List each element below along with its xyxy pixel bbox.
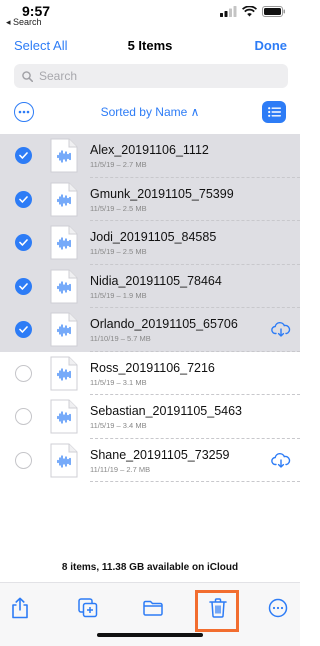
- file-row[interactable]: Gmunk_20191105_75399 11/5/19 – 2.5 MB: [0, 177, 300, 221]
- audio-file-icon: [50, 443, 78, 478]
- checked-circle-icon[interactable]: [15, 321, 32, 338]
- file-meta: 11/5/19 – 3.1 MB: [90, 377, 147, 387]
- list-view-button[interactable]: [262, 101, 286, 123]
- audio-file-icon: [50, 356, 78, 391]
- done-button[interactable]: Done: [255, 38, 288, 53]
- storage-info: 8 items, 11.38 GB available on iCloud: [61, 562, 239, 573]
- share-button[interactable]: [8, 596, 32, 620]
- signal-icon: [220, 6, 237, 17]
- file-row[interactable]: Ross_20191106_7216 11/5/19 – 3.1 MB: [0, 352, 300, 395]
- audio-file-icon: [50, 182, 78, 217]
- file-row[interactable]: Jodi_20191105_84585 11/5/19 – 2.5 MB: [0, 221, 300, 265]
- more-icon: [268, 598, 288, 618]
- cloud-download-icon[interactable]: [271, 322, 291, 342]
- file-row[interactable]: Alex_20191106_1112 11/5/19 – 2.7 MB: [0, 134, 300, 178]
- sort-by-name-button[interactable]: Sorted by Name ∧: [0, 105, 300, 119]
- list-view-icon: [267, 107, 281, 117]
- unchecked-circle-icon[interactable]: [15, 408, 32, 425]
- wifi-icon: [242, 6, 257, 17]
- file-name: Sebastian_20191105_5463: [90, 404, 242, 418]
- checked-circle-icon[interactable]: [15, 234, 32, 251]
- file-name: Alex_20191106_1112: [90, 143, 209, 157]
- duplicate-button[interactable]: [76, 596, 100, 620]
- file-name: Shane_20191105_73259: [90, 447, 230, 462]
- status-bar: 9:57 ◂ Search: [0, 0, 300, 30]
- row-divider: [90, 481, 300, 482]
- file-name: Ross_20191106_7216: [90, 360, 215, 375]
- file-meta: 11/5/19 – 3.4 MB: [90, 421, 147, 430]
- status-icons: [220, 6, 286, 17]
- checked-circle-icon[interactable]: [15, 277, 32, 295]
- audio-file-icon: [50, 312, 78, 347]
- file-meta: 11/5/19 – 2.5 MB: [90, 203, 147, 213]
- unchecked-circle-icon[interactable]: [15, 364, 32, 382]
- file-row[interactable]: Nidia_20191105_78464 11/5/19 – 1.9 MB: [0, 264, 300, 308]
- battery-icon: [262, 6, 285, 17]
- share-icon: [12, 597, 28, 619]
- search-icon: [22, 70, 33, 82]
- file-meta: 11/5/19 – 2.5 MB: [90, 247, 147, 256]
- audio-file-icon: [50, 225, 78, 260]
- duplicate-icon: [78, 598, 98, 618]
- search-bar[interactable]: [14, 64, 288, 88]
- folder-icon: [143, 600, 163, 616]
- unchecked-circle-icon[interactable]: [15, 451, 32, 469]
- file-meta: 11/5/19 – 2.7 MB: [90, 160, 147, 169]
- more-actions-button[interactable]: [266, 596, 290, 620]
- home-indicator: [97, 633, 203, 637]
- back-to-search-link[interactable]: ◂ Search: [6, 17, 42, 28]
- trash-icon: [209, 598, 227, 618]
- file-meta: 11/11/19 – 2.7 MB: [90, 464, 151, 474]
- move-to-folder-button[interactable]: [141, 596, 165, 620]
- audio-file-icon: [50, 269, 78, 304]
- file-name: Nidia_20191105_78464: [90, 273, 222, 288]
- nav-bar: Select All 5 Items Done: [0, 32, 300, 60]
- file-name: Jodi_20191105_84585: [90, 230, 217, 244]
- checked-circle-icon[interactable]: [15, 190, 32, 208]
- checked-circle-icon[interactable]: [15, 147, 32, 164]
- file-name: Orlando_20191105_65706: [90, 317, 238, 331]
- search-input[interactable]: [39, 69, 279, 83]
- file-row[interactable]: Sebastian_20191105_5463 11/5/19 – 3.4 MB: [0, 395, 300, 439]
- file-row[interactable]: Shane_20191105_73259 11/11/19 – 2.7 MB: [0, 439, 300, 482]
- file-row[interactable]: Orlando_20191105_65706 11/10/19 – 5.7 MB: [0, 308, 300, 352]
- file-meta: 11/10/19 – 5.7 MB: [90, 334, 151, 343]
- file-meta: 11/5/19 – 1.9 MB: [90, 290, 147, 300]
- delete-button[interactable]: [206, 596, 230, 620]
- file-name: Gmunk_20191105_75399: [90, 186, 234, 201]
- file-list: Alex_20191106_1112 11/5/19 – 2.7 MB Gmunk_…: [0, 134, 300, 482]
- sort-row: Sorted by Name ∧: [0, 98, 300, 126]
- audio-file-icon: [50, 399, 78, 434]
- cloud-download-icon[interactable]: [271, 452, 291, 473]
- audio-file-icon: [50, 138, 78, 173]
